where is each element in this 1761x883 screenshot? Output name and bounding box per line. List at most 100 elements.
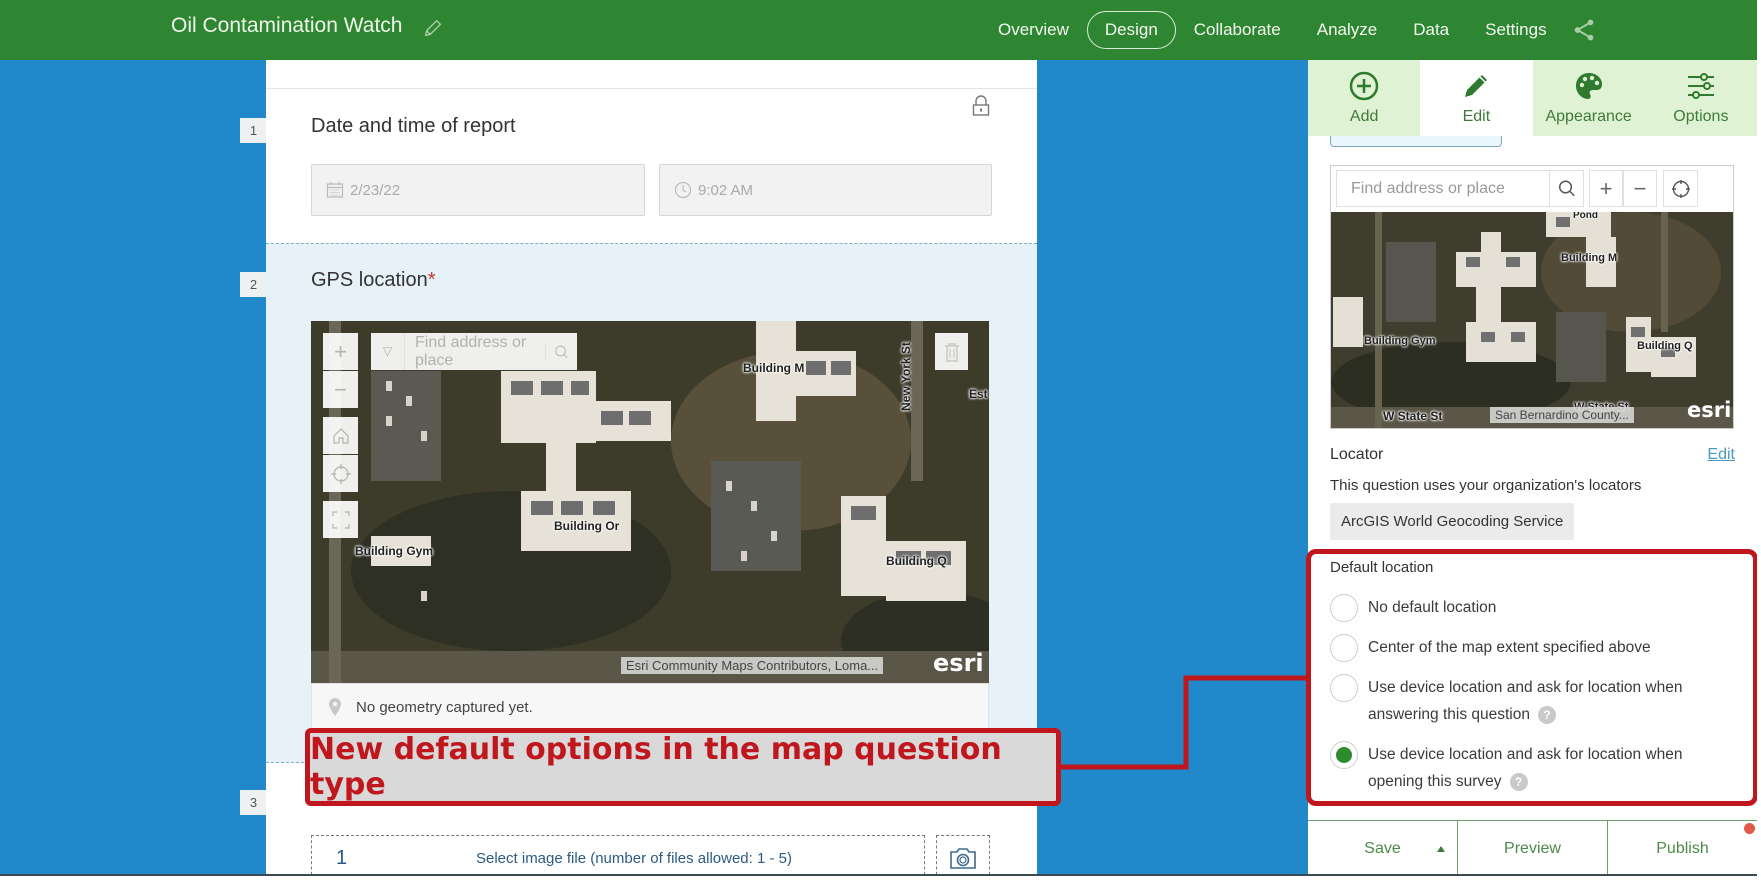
map-search-input[interactable]: Find address or place [405, 334, 545, 370]
tab-appearance[interactable]: Appearance [1532, 60, 1645, 136]
satellite-imagery [311, 321, 989, 683]
location-pin-icon [329, 698, 341, 716]
tab-label: Appearance [1545, 108, 1632, 125]
fullscreen-icon [331, 510, 350, 529]
satellite-imagery [1331, 212, 1733, 428]
nav-settings[interactable]: Settings [1467, 11, 1564, 49]
map-search-box[interactable]: ▽ Find address or place [371, 333, 577, 370]
street-label: New York St [899, 342, 913, 411]
top-bar: Oil Contamination Watch Overview Design … [0, 0, 1757, 60]
map-search-input[interactable]: Find address or place [1336, 170, 1584, 207]
save-button[interactable]: Save [1308, 821, 1457, 874]
tab-options[interactable]: Options [1644, 60, 1757, 136]
map-label: Building Gym [355, 544, 433, 558]
callout-text: New default options in the map question … [310, 732, 1002, 802]
crosshair-icon [1671, 179, 1690, 198]
time-value: 9:02 AM [698, 181, 754, 199]
map-label: Building Q [886, 554, 947, 568]
map-attribution[interactable]: San Bernardino County... [1490, 407, 1634, 423]
pencil-icon [1465, 75, 1488, 97]
map-label: Est [969, 387, 988, 401]
map-attribution[interactable]: Esri Community Maps Contributors, Loma..… [621, 657, 884, 674]
question-number: 2 [240, 272, 267, 297]
locator-description: This question uses your organization's l… [1330, 477, 1642, 494]
app-title: Oil Contamination Watch [171, 14, 403, 37]
pencil-icon[interactable] [422, 17, 444, 39]
fullscreen-button[interactable] [323, 501, 358, 538]
nav-analyze[interactable]: Analyze [1299, 11, 1395, 49]
map-label: Building Or [554, 519, 620, 533]
properties-panel: Add Edit Appearance Options Find address… [1306, 60, 1757, 874]
question-title[interactable]: Date and time of report [311, 115, 516, 138]
map-label: Building M [1561, 252, 1618, 264]
home-icon [332, 427, 349, 444]
preview-label: Preview [1504, 839, 1561, 857]
caret-up-icon[interactable] [1437, 846, 1445, 852]
crosshair-icon [330, 463, 351, 484]
trash-icon [944, 342, 959, 362]
map-preview[interactable]: + − ▽ Find address or place Building M B… [311, 321, 989, 683]
required-mark: * [427, 269, 436, 291]
sliders-icon [1687, 73, 1714, 99]
upload-count: 1 [336, 846, 348, 869]
lock-icon [972, 95, 990, 116]
share-icon[interactable] [1571, 17, 1597, 43]
time-field: 9:02 AM [659, 164, 992, 216]
esri-logo: esri [1687, 398, 1732, 422]
camera-button[interactable] [936, 835, 990, 874]
publish-button[interactable]: Publish [1607, 821, 1757, 874]
zoom-out-button[interactable]: − [1623, 170, 1657, 207]
question-title-text: GPS location [311, 269, 428, 291]
map-label: Pond [1573, 212, 1598, 221]
save-label: Save [1364, 839, 1401, 857]
map-label: Building Gym [1364, 335, 1436, 347]
camera-icon [950, 848, 976, 869]
locate-button[interactable] [1663, 170, 1698, 207]
image-upload-area[interactable]: 1 Select image file (number of files all… [311, 835, 925, 874]
geometry-status-bar: No geometry captured yet. [311, 683, 989, 731]
nav-data[interactable]: Data [1395, 11, 1467, 49]
notification-dot [1744, 823, 1755, 834]
partially-visible-button[interactable] [1330, 136, 1502, 147]
preview-button[interactable]: Preview [1457, 821, 1607, 874]
zoom-in-button[interactable]: + [323, 333, 358, 370]
locator-edit-link[interactable]: Edit [1707, 446, 1735, 464]
date-value: 2/23/22 [350, 181, 401, 199]
search-placeholder: Find address or place [1351, 179, 1505, 197]
tab-edit[interactable]: Edit [1420, 60, 1533, 136]
palette-icon [1575, 73, 1602, 99]
home-button[interactable] [323, 417, 358, 454]
locate-button[interactable] [323, 455, 358, 492]
tab-label: Edit [1462, 108, 1491, 125]
question-number: 3 [240, 790, 267, 815]
street-label: W State St [1383, 409, 1443, 423]
delete-geometry-button[interactable] [935, 333, 968, 370]
search-icon[interactable] [1549, 171, 1583, 206]
map-label: Building M [743, 361, 805, 375]
annotation-callout: New default options in the map question … [305, 728, 1061, 806]
search-source-dropdown[interactable]: ▽ [371, 333, 405, 370]
action-bar: Save Preview Publish [1308, 820, 1757, 874]
question-title[interactable]: GPS location* [311, 269, 436, 292]
nav-collaborate[interactable]: Collaborate [1176, 11, 1299, 49]
search-icon[interactable] [545, 342, 577, 361]
nav-design[interactable]: Design [1086, 11, 1176, 49]
esri-logo: esri [933, 649, 984, 677]
app-viewport: Oil Contamination Watch Overview Design … [0, 0, 1757, 876]
default-extent-map[interactable]: Find address or place + − Pond Building … [1330, 165, 1734, 429]
zoom-in-button[interactable]: + [1589, 170, 1623, 207]
zoom-out-button[interactable]: − [323, 371, 358, 408]
panel-tabs: Add Edit Appearance Options [1308, 60, 1757, 136]
tab-add[interactable]: Add [1308, 60, 1421, 136]
question-card-selected[interactable]: GPS location* + − ▽ Find address or plac… [266, 243, 1037, 763]
date-field: 2/23/22 [311, 164, 645, 216]
geometry-status-text: No geometry captured yet. [356, 698, 533, 716]
question-number: 1 [240, 118, 267, 143]
map-preview[interactable]: Pond Building M Building Gym Building Q … [1331, 212, 1733, 428]
tab-label: Options [1673, 108, 1729, 125]
highlight-box [1306, 549, 1757, 806]
nav-overview[interactable]: Overview [980, 11, 1087, 49]
locator-heading: Locator [1330, 446, 1384, 463]
publish-label: Publish [1656, 839, 1709, 857]
main-nav: Overview Design Collaborate Analyze Data… [980, 8, 1597, 52]
